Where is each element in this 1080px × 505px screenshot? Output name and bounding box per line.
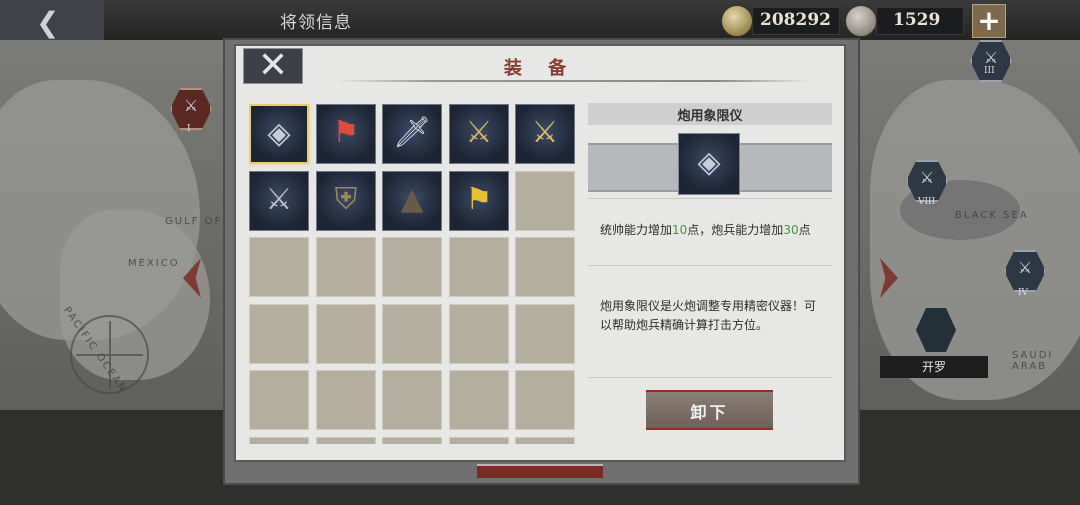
empty-slot[interactable] [449,237,509,297]
equipment-slot[interactable]: ⚔ [449,104,509,164]
title-divider [335,80,810,82]
uniform-icon: ⛨ [334,182,358,217]
map-label: SAUDI ARAB [1012,350,1054,372]
close-button[interactable]: ✕ [243,45,303,86]
equipment-slot[interactable]: ◈ [249,104,309,164]
empty-slot[interactable] [449,437,509,444]
chevron-left-icon: ❮ [36,6,60,39]
flag-icon: ⚑ [332,115,360,150]
empty-slot[interactable] [249,237,309,297]
equipment-slot[interactable]: ⚑ [449,171,509,231]
unequip-label: 卸下 [690,403,729,422]
empty-slot[interactable] [449,304,509,364]
silver-coin-icon [845,5,877,37]
dialog-bottom-tab [477,464,603,478]
equipment-slot[interactable]: 🗡 [382,104,442,164]
crossed-swords-icon: ⚔ [1017,258,1033,277]
empty-slot[interactable] [515,370,575,430]
empty-slot[interactable] [382,370,442,430]
dagger-icon: 🗡 [392,115,432,150]
terrain-icon: ▲ [400,182,424,217]
item-name: 炮用象限仪 [677,109,743,124]
gold-amount: 208292 [760,10,831,30]
empty-slot[interactable] [249,370,309,430]
close-icon: ✕ [257,45,289,86]
quadrant-icon: ◈ [267,116,291,151]
empty-slot[interactable] [515,304,575,364]
crossed-swords-icon: ⚔ [919,168,935,187]
divider [588,198,832,199]
stat-value: 10 [672,223,688,237]
stats-text: 点 [798,223,811,237]
banner-icon: ⚑ [465,182,493,217]
empty-slot[interactable] [449,370,509,430]
saber-icon: ⚔ [265,182,293,217]
equipment-grid: ◈ ⚑ 🗡 ⚔ ⚔ ⚔ ⛨ ▲ ⚑ [249,104,581,444]
crossed-swords-icon: ⚔ [183,96,199,115]
divider [588,265,832,266]
city-label[interactable]: 开罗 [880,356,988,378]
map-label: GULF OF [165,216,223,227]
page-title: 将领信息 [280,13,352,33]
empty-slot[interactable] [382,437,442,444]
item-description: 炮用象限仪是火炮调整专用精密仪器！可以帮助炮兵精确计算打击方位。 [600,299,817,332]
equipment-slot[interactable]: ⛨ [316,171,376,231]
item-stats: 统帅能力增加10点，炮兵能力增加30点 [600,221,830,238]
empty-slot[interactable] [316,304,376,364]
silver-amount: 1529 [893,10,941,30]
divider [588,377,832,378]
compass-rose-icon [70,315,149,394]
empty-slot[interactable] [515,437,575,444]
selected-item-preview: ◈ [678,133,740,195]
empty-slot[interactable] [382,304,442,364]
sword-icon: ⚔ [465,115,493,150]
dialog-title: 装 备 [503,58,577,79]
plus-icon: + [977,4,1001,37]
empty-slot[interactable] [249,437,309,444]
equipment-slot[interactable]: ⚔ [515,104,575,164]
stat-value: 30 [783,223,799,237]
gold-coin-icon [721,5,753,37]
empty-slot[interactable] [515,237,575,297]
marker-label: IV [1018,288,1029,298]
marker-label: III [984,66,995,76]
stats-text: 点，炮兵能力增加 [687,223,784,237]
back-button[interactable]: ❮ [0,0,104,40]
add-currency-button[interactable]: + [972,4,1006,38]
crossed-swords-icon: ⚔ [983,48,999,67]
sword-icon: ⚔ [531,115,559,150]
quadrant-icon: ◈ [697,145,721,180]
map-label: BLACK SEA [955,210,1029,221]
map-label: MEXICO [128,258,180,269]
stats-text: 统帅能力增加 [600,223,673,237]
equipment-slot[interactable]: ⚑ [316,104,376,164]
empty-slot[interactable] [316,437,376,444]
empty-slot[interactable] [316,237,376,297]
empty-slot[interactable] [515,171,575,231]
equipment-slot[interactable]: ▲ [382,171,442,231]
equipment-slot[interactable]: ⚔ [249,171,309,231]
empty-slot[interactable] [316,370,376,430]
unequip-button[interactable]: 卸下 [646,390,773,430]
empty-slot[interactable] [382,237,442,297]
marker-label: I [187,124,191,134]
empty-slot[interactable] [249,304,309,364]
marker-label: VIII [918,197,936,207]
top-bar: ❮ 将领信息 208292 1529 + [0,0,1080,40]
